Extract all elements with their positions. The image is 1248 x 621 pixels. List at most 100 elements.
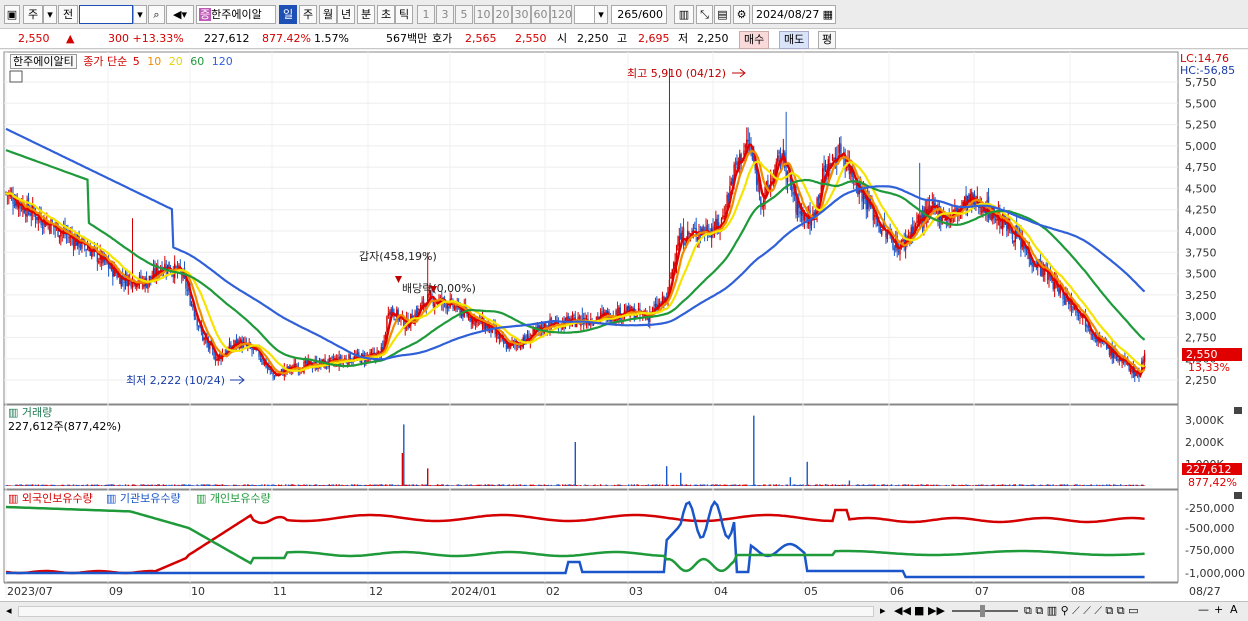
period-minute-tab[interactable]: 분 <box>357 5 375 24</box>
zoom-slider[interactable] <box>952 610 1018 612</box>
period-second-tab[interactable]: 초 <box>377 5 395 24</box>
auto-scale-icon[interactable]: A <box>1230 603 1238 616</box>
stock-code-input[interactable]: 058450 <box>79 5 133 24</box>
sound-icon[interactable]: ◀▾ <box>166 5 194 24</box>
fast-forward-icon[interactable]: ▶▶ <box>928 604 945 617</box>
period-week-tab[interactable]: 주 <box>299 5 317 24</box>
chart-area[interactable]: 5,750 5,500 5,250 5,000 4,750 4,500 4,250 4,000… <box>0 50 1248 621</box>
candle-body <box>744 145 747 147</box>
range-input[interactable]: 265/600 <box>611 5 667 24</box>
count-5-button[interactable]: 5 <box>455 5 473 24</box>
zoom-out-icon[interactable]: — <box>1198 603 1209 616</box>
stock-legend[interactable]: 한주에이알티 <box>10 54 77 69</box>
count-60-button[interactable]: 60 <box>531 5 550 24</box>
chart-menu-icon[interactable] <box>9 70 23 83</box>
candle-body <box>778 151 780 154</box>
volume-bar <box>175 485 177 486</box>
volume-bar <box>620 485 623 486</box>
stock-name-field[interactable]: 증한주에이알 <box>196 5 276 24</box>
volume-bar <box>237 485 239 486</box>
scroll-right-icon[interactable]: ▸ <box>880 604 886 617</box>
price-tick-label: 5,250 <box>1185 119 1217 132</box>
save-icon[interactable]: ▤ <box>714 5 731 24</box>
volume-bar <box>136 485 138 486</box>
date-input[interactable]: 2024/08/27 ▦ <box>752 5 836 24</box>
count-1-button[interactable]: 1 <box>417 5 435 24</box>
code-dropdown-icon[interactable]: ▾ <box>133 5 147 24</box>
period-month-tab[interactable]: 월 <box>319 5 337 24</box>
search-icon[interactable]: ⌕ <box>148 5 165 24</box>
period-year-tab[interactable]: 년 <box>337 5 355 24</box>
volume-bar <box>699 484 702 486</box>
count-120-button[interactable]: 120 <box>550 5 572 24</box>
price-tick-label: 5,500 <box>1185 97 1217 110</box>
volume-bar <box>885 484 887 486</box>
volume-bar <box>131 484 134 486</box>
rewind-icon[interactable]: ◀◀ <box>894 604 911 617</box>
candle-body <box>1032 265 1035 267</box>
ma120-legend: 120 <box>211 55 233 68</box>
custom-count-dropdown-icon[interactable]: ▾ <box>594 5 608 24</box>
sell-button[interactable]: 매도 <box>779 31 810 49</box>
holding-panel-close-icon[interactable] <box>1234 492 1242 499</box>
candle-body <box>445 303 447 309</box>
candle-body <box>518 345 520 348</box>
period-day-tab[interactable]: 일 <box>279 5 297 24</box>
candle-type-icon[interactable]: ▥ <box>674 5 694 24</box>
volume-bar <box>405 484 408 486</box>
market-select[interactable]: 주 <box>23 5 43 24</box>
candle-body <box>150 275 152 279</box>
period-tick-tab[interactable]: 틱 <box>395 5 413 24</box>
chevron-down-icon[interactable]: ▾ <box>43 5 57 24</box>
buy-button[interactable]: 매수 <box>739 31 770 49</box>
period-month-label: 월 <box>322 8 334 21</box>
all-market-button[interactable]: 전 <box>58 5 78 24</box>
volume-bar <box>1128 484 1130 486</box>
volume-bar <box>1062 484 1064 486</box>
gear-icon[interactable]: ⚙ <box>733 5 750 24</box>
volume-bar <box>865 485 867 486</box>
window-icon[interactable]: ▣ <box>4 5 20 24</box>
scroll-left-icon[interactable]: ◂ <box>6 604 12 617</box>
volume-bar <box>670 485 672 486</box>
candle-body <box>840 144 842 156</box>
volume-bar <box>917 484 919 486</box>
horizontal-scrollbar[interactable] <box>18 606 874 617</box>
volume-bar <box>65 485 68 486</box>
volume-bar <box>931 485 934 486</box>
count-3-button[interactable]: 3 <box>436 5 454 24</box>
volume-bar <box>214 484 217 486</box>
volume-bar <box>227 485 229 486</box>
volume-bar <box>334 485 336 486</box>
zoom-slider-handle[interactable] <box>980 605 985 617</box>
volume-bar <box>928 485 931 486</box>
candle-body <box>41 227 44 229</box>
candle-body <box>916 221 918 223</box>
zoom-in-icon[interactable]: + <box>1214 603 1223 616</box>
candle-body <box>1086 325 1088 328</box>
count-20-button[interactable]: 20 <box>493 5 512 24</box>
count-10-button[interactable]: 10 <box>474 5 493 24</box>
volume-bar <box>584 484 586 486</box>
chart-tools-icons[interactable]: ⧉ ⧉ ▥ ⚲ ⟋ ⟋ ⟋ ⧉ ⧉ ▭ <box>1024 604 1139 618</box>
volume-bar <box>622 485 624 486</box>
volume-bar <box>722 485 724 486</box>
stock-chart-svg[interactable]: 5,750 5,500 5,250 5,000 4,750 4,500 4,250 4,000… <box>0 50 1248 601</box>
volume-panel-close-icon[interactable] <box>1234 407 1242 414</box>
volume-bar <box>93 484 96 486</box>
flat-button[interactable]: 평 <box>818 31 837 49</box>
volume-bar <box>522 485 524 486</box>
candle-body <box>931 202 934 204</box>
calendar-icon[interactable]: ▦ <box>823 6 833 23</box>
volume-bar <box>39 485 41 486</box>
count-30-button[interactable]: 30 <box>512 5 531 24</box>
volume-bar <box>338 484 340 486</box>
volume-bar <box>694 484 696 486</box>
draw-tool-icon[interactable]: ⤡ <box>696 5 713 24</box>
candle-body <box>123 281 125 284</box>
volume-bar <box>792 484 794 486</box>
volume-bar <box>501 484 503 486</box>
volume-bar <box>324 485 326 486</box>
volume-bar <box>86 484 89 486</box>
stop-icon[interactable]: ■ <box>914 604 924 617</box>
